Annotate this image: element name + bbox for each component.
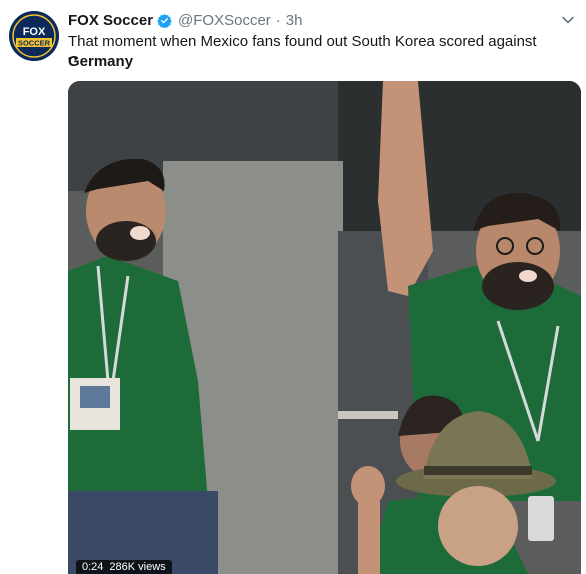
video-views: 286K views <box>109 561 166 573</box>
tweet-text: That moment when Mexico fans found out S… <box>68 32 583 72</box>
author-name[interactable]: FOX Soccer <box>68 12 153 29</box>
video-duration: 0:24 <box>82 561 104 573</box>
tweet-text-main: That moment when Mexico fans found out S… <box>68 33 537 50</box>
fox-soccer-logo: FOX SOCCER <box>9 11 59 61</box>
chevron-down-icon[interactable] <box>560 12 576 28</box>
author-handle[interactable]: @FOXSoccer <box>178 12 271 29</box>
separator-dot: · <box>275 11 281 29</box>
verified-badge-icon <box>157 13 172 28</box>
tweet-video[interactable]: 0:24 286K views <box>68 81 581 574</box>
avatar[interactable]: FOX SOCCER <box>9 11 59 61</box>
tweet-header: FOX Soccer @FOXSoccer · 3h <box>68 10 576 30</box>
avatar-text-top: FOX <box>23 26 46 38</box>
tweet-emoji: •• <box>68 53 80 65</box>
video-frame <box>68 81 581 574</box>
avatar-text-bottom: SOCCER <box>18 39 51 48</box>
tweet-time[interactable]: 3h <box>286 12 303 29</box>
video-info-overlay: 0:24 286K views <box>76 560 172 574</box>
